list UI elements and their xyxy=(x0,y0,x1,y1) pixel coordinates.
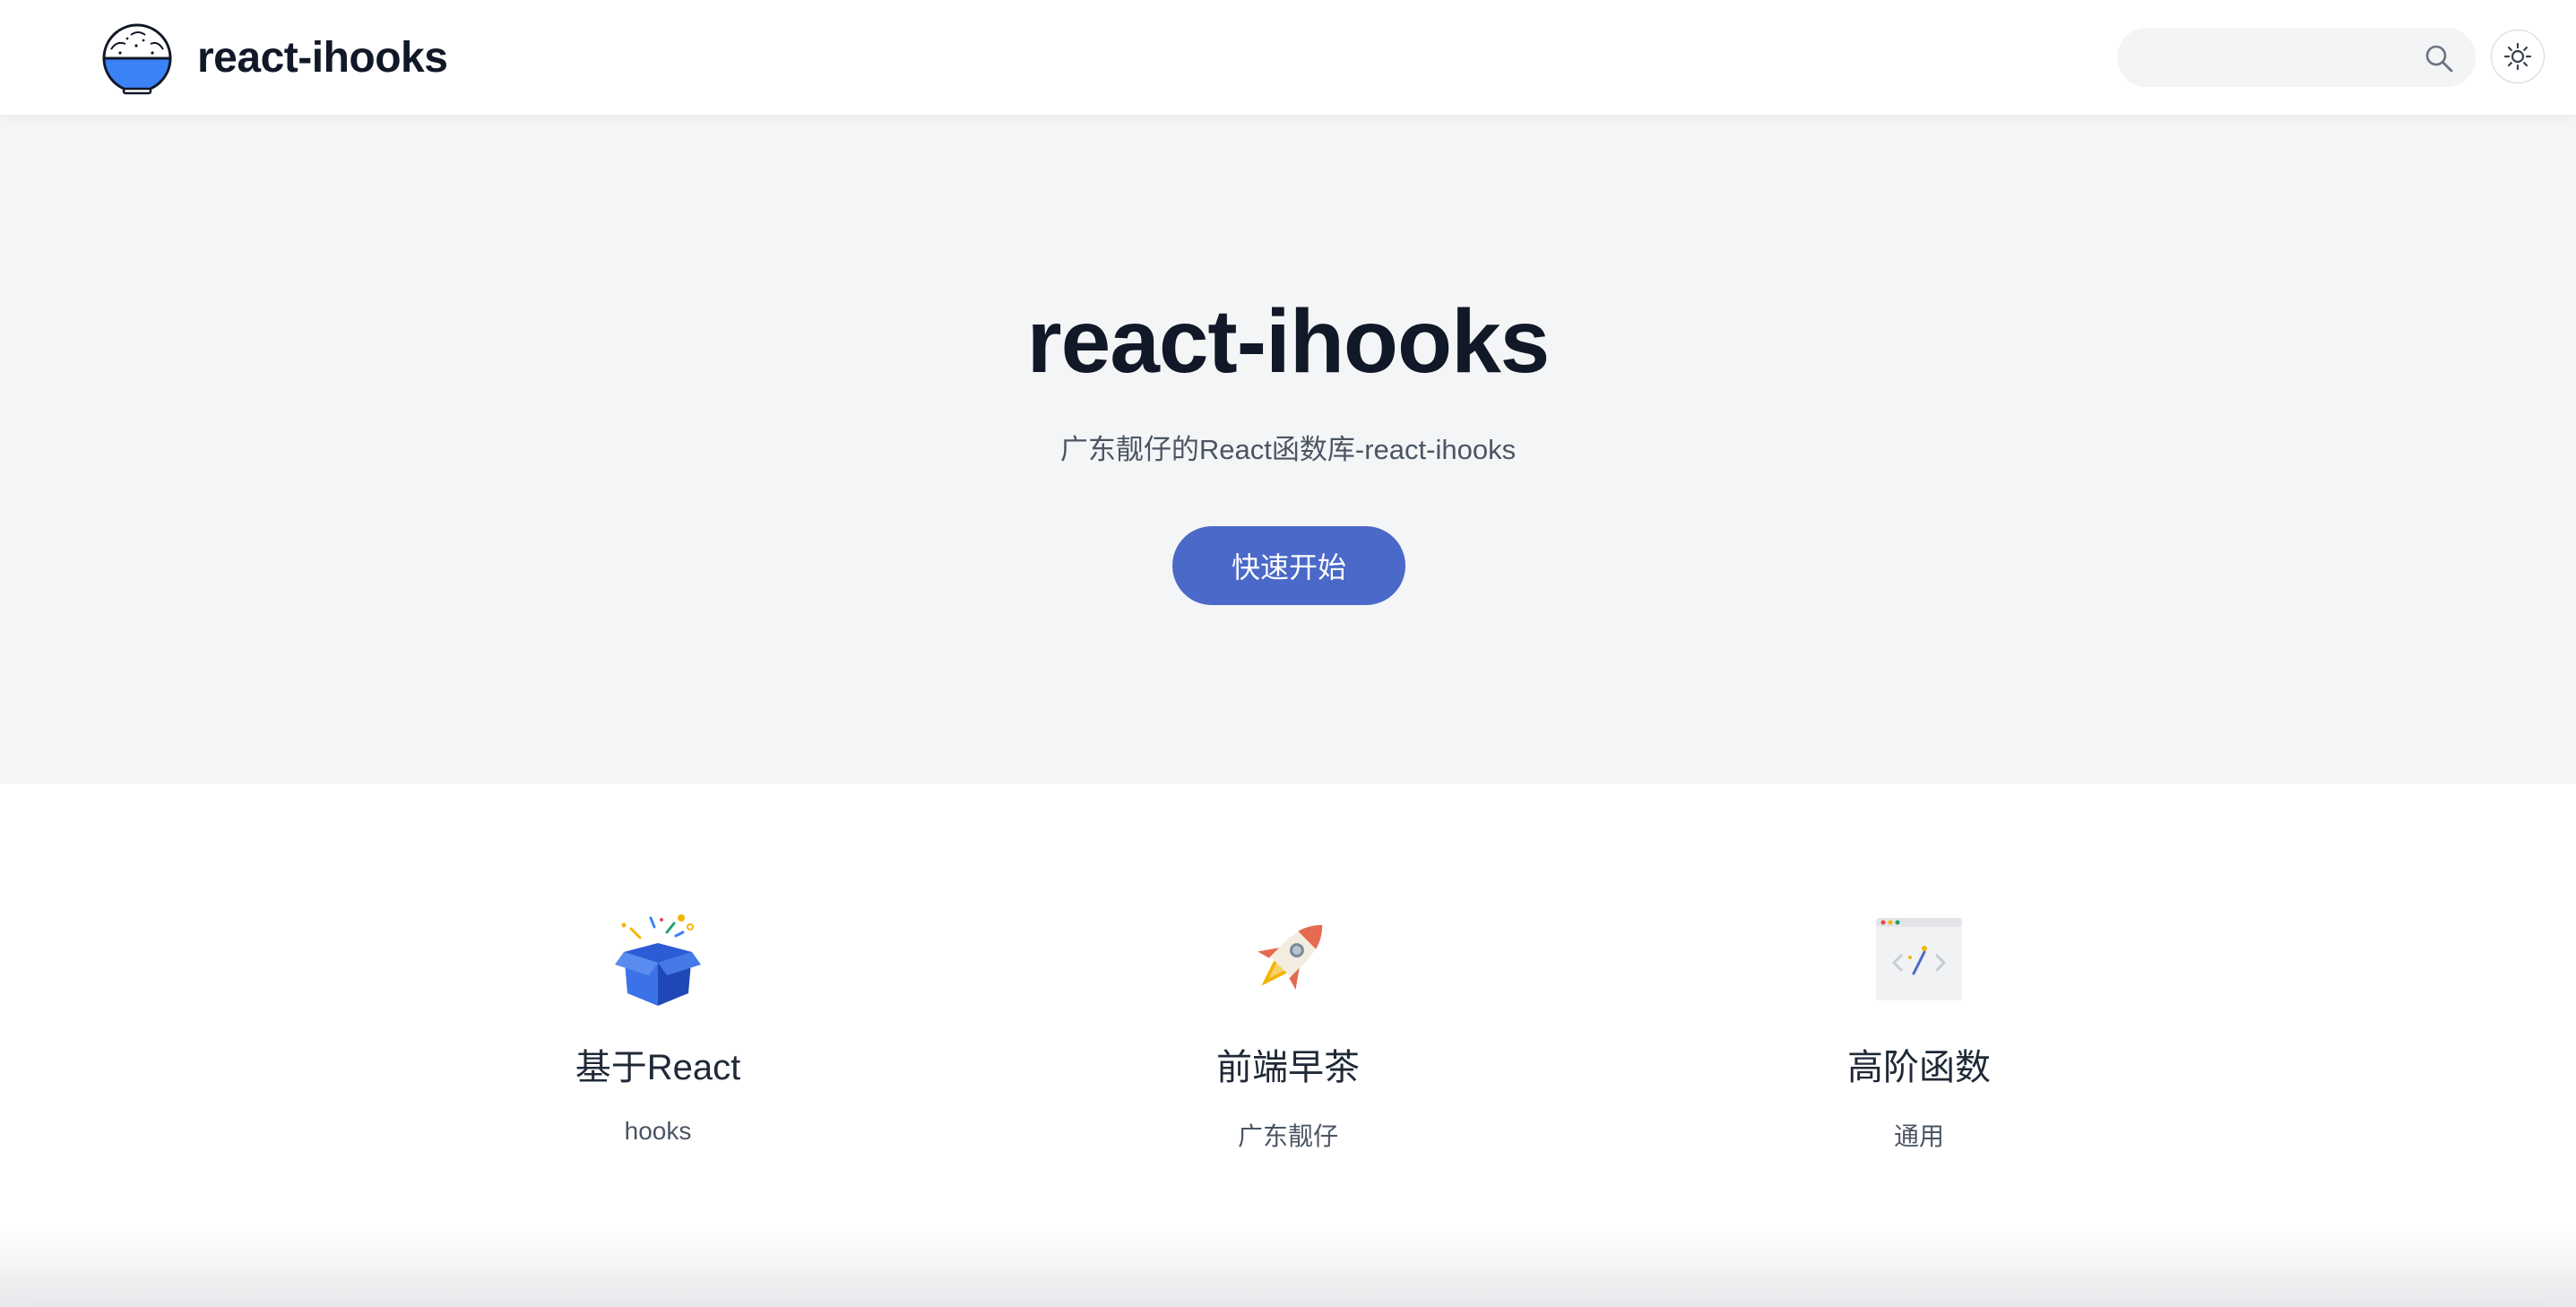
feature-title: 高阶函数 xyxy=(1847,1048,1991,1087)
hero-subtitle: 广东靓仔的React函数库-react-ihooks xyxy=(1059,434,1517,465)
feature-desc: hooks xyxy=(624,1117,692,1145)
rocket-icon xyxy=(1258,924,1323,990)
sun-icon xyxy=(2503,42,2532,71)
search-input[interactable] xyxy=(2135,28,2404,87)
search-box[interactable] xyxy=(2117,28,2476,87)
feature-desc: 通用 xyxy=(1893,1122,1944,1150)
brand-link[interactable]: react-ihooks xyxy=(99,18,448,97)
code-window-icon xyxy=(1876,918,1962,1000)
feature-card: 高阶函数 通用 xyxy=(1785,905,2053,1153)
feature-card: 前端早茶 广东靓仔 xyxy=(1154,905,1422,1153)
feature-title: 基于React xyxy=(575,1048,741,1087)
footer-edge xyxy=(36,1302,2546,1307)
hero-title: react-ihooks xyxy=(1026,291,1551,392)
rice-bowl-icon xyxy=(102,23,172,95)
get-started-button[interactable]: 快速开始 xyxy=(1172,526,1405,605)
top-navbar: react-ihooks xyxy=(0,0,2576,115)
hero-section: react-ihooks 广东靓仔的React函数库-react-ihooks … xyxy=(0,115,2576,783)
feature-desc: 广东靓仔 xyxy=(1237,1122,1338,1150)
brand-title: react-ihooks xyxy=(197,33,448,82)
footer-fade xyxy=(0,1228,2576,1307)
search-icon[interactable] xyxy=(2424,43,2454,74)
gift-box-icon xyxy=(615,914,701,1006)
theme-toggle-button[interactable] xyxy=(2491,30,2545,83)
feature-title: 前端早茶 xyxy=(1216,1048,1360,1087)
feature-card: 基于React hooks xyxy=(523,905,792,1146)
